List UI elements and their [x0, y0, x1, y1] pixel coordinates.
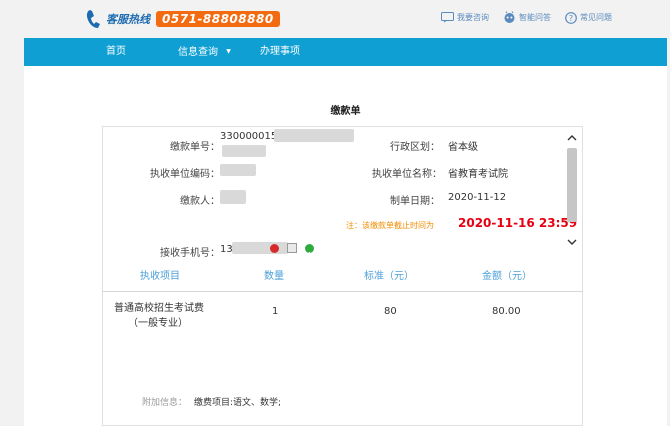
quick-links: 我要咨询 智能问答 ? 常见问题: [441, 11, 612, 24]
item-name: 普通高校招生考试费: [114, 303, 204, 314]
deadline-notice: 注：该缴款单截止时间为: [346, 221, 434, 230]
nav-services[interactable]: 办理事项: [260, 38, 300, 66]
remove-icon[interactable]: [270, 244, 279, 256]
faq-link-label: 常见问题: [580, 13, 612, 22]
redacted-payer: [220, 190, 246, 204]
region-label: 行政区划：: [390, 142, 440, 153]
robot-icon: [504, 11, 515, 23]
extra-info-label: 附加信息：: [142, 398, 188, 408]
hotline-label: 客服热线: [106, 13, 150, 26]
hotline: 客服热线 0571-88808880: [84, 8, 280, 30]
main-nav: 首页 信息查询 ▼ 办理事项: [24, 38, 667, 66]
chevron-up-icon[interactable]: [564, 132, 580, 144]
chat-icon: [441, 12, 454, 23]
region-value: 省本级: [448, 142, 478, 153]
nav-home[interactable]: 首页: [106, 38, 126, 66]
page-title: 缴款单: [330, 106, 361, 117]
content-area: 缴款单 缴款单号： 330000015 行政区划： 省本级 执收单位编码： 执收…: [24, 66, 667, 426]
consult-link[interactable]: 我要咨询: [441, 11, 489, 24]
unit-name-label: 执收单位名称：: [372, 169, 442, 180]
nav-info-query-label: 信息查询: [178, 47, 218, 58]
deadline-value: 2020-11-16 23:59: [458, 216, 578, 230]
col-qty: 数量: [264, 271, 284, 282]
add-icon[interactable]: [305, 244, 314, 257]
faq-link[interactable]: ? 常见问题: [565, 11, 612, 24]
payment-no-label: 缴款单号：: [170, 142, 220, 153]
svg-text:?: ?: [569, 14, 573, 23]
date-value: 2020-11-12: [448, 192, 507, 203]
top-bar: 客服热线 0571-88808880 我要咨询 智能问答 ? 常见问题: [0, 0, 670, 36]
unit-name-value: 省教育考试院: [448, 169, 508, 180]
col-standard: 标准（元）: [364, 271, 414, 282]
hotline-number: 0571-88808880: [156, 11, 280, 27]
redacted-payment-no: [274, 129, 354, 142]
redacted-payment-no-2: [222, 145, 266, 157]
question-icon: ?: [565, 11, 577, 24]
extra-info-value: 缴费项目:语文、数学;: [194, 398, 282, 408]
redacted-phone: [232, 242, 288, 254]
card-scrollbar[interactable]: [564, 130, 580, 250]
item-subtype: （一般专业）: [128, 318, 188, 329]
phone-label: 接收手机号：: [160, 248, 220, 259]
col-item: 执收项目: [140, 271, 180, 282]
consult-link-label: 我要咨询: [457, 13, 489, 22]
item-standard: 80: [384, 306, 397, 317]
redacted-unit-code: [220, 164, 256, 176]
chevron-down-icon: ▼: [226, 48, 231, 55]
smart-qa-link[interactable]: 智能问答: [503, 11, 551, 24]
item-qty: 1: [272, 306, 279, 317]
date-label: 制单日期：: [390, 196, 440, 207]
payment-no-value: 330000015: [220, 131, 278, 142]
col-amount: 金额（元）: [482, 271, 532, 282]
payer-label: 缴款人：: [180, 196, 220, 207]
edit-icon[interactable]: [287, 243, 297, 253]
unit-code-label: 执收单位编码：: [150, 169, 220, 180]
phone-icon: [84, 8, 104, 30]
phone-value: 13: [220, 244, 233, 255]
table-header-divider: [102, 291, 583, 292]
nav-info-query[interactable]: 信息查询 ▼: [178, 38, 231, 66]
smart-qa-link-label: 智能问答: [519, 13, 551, 22]
item-amount: 80.00: [492, 306, 521, 317]
scroll-thumb[interactable]: [567, 148, 577, 222]
chevron-down-icon[interactable]: [564, 236, 580, 248]
